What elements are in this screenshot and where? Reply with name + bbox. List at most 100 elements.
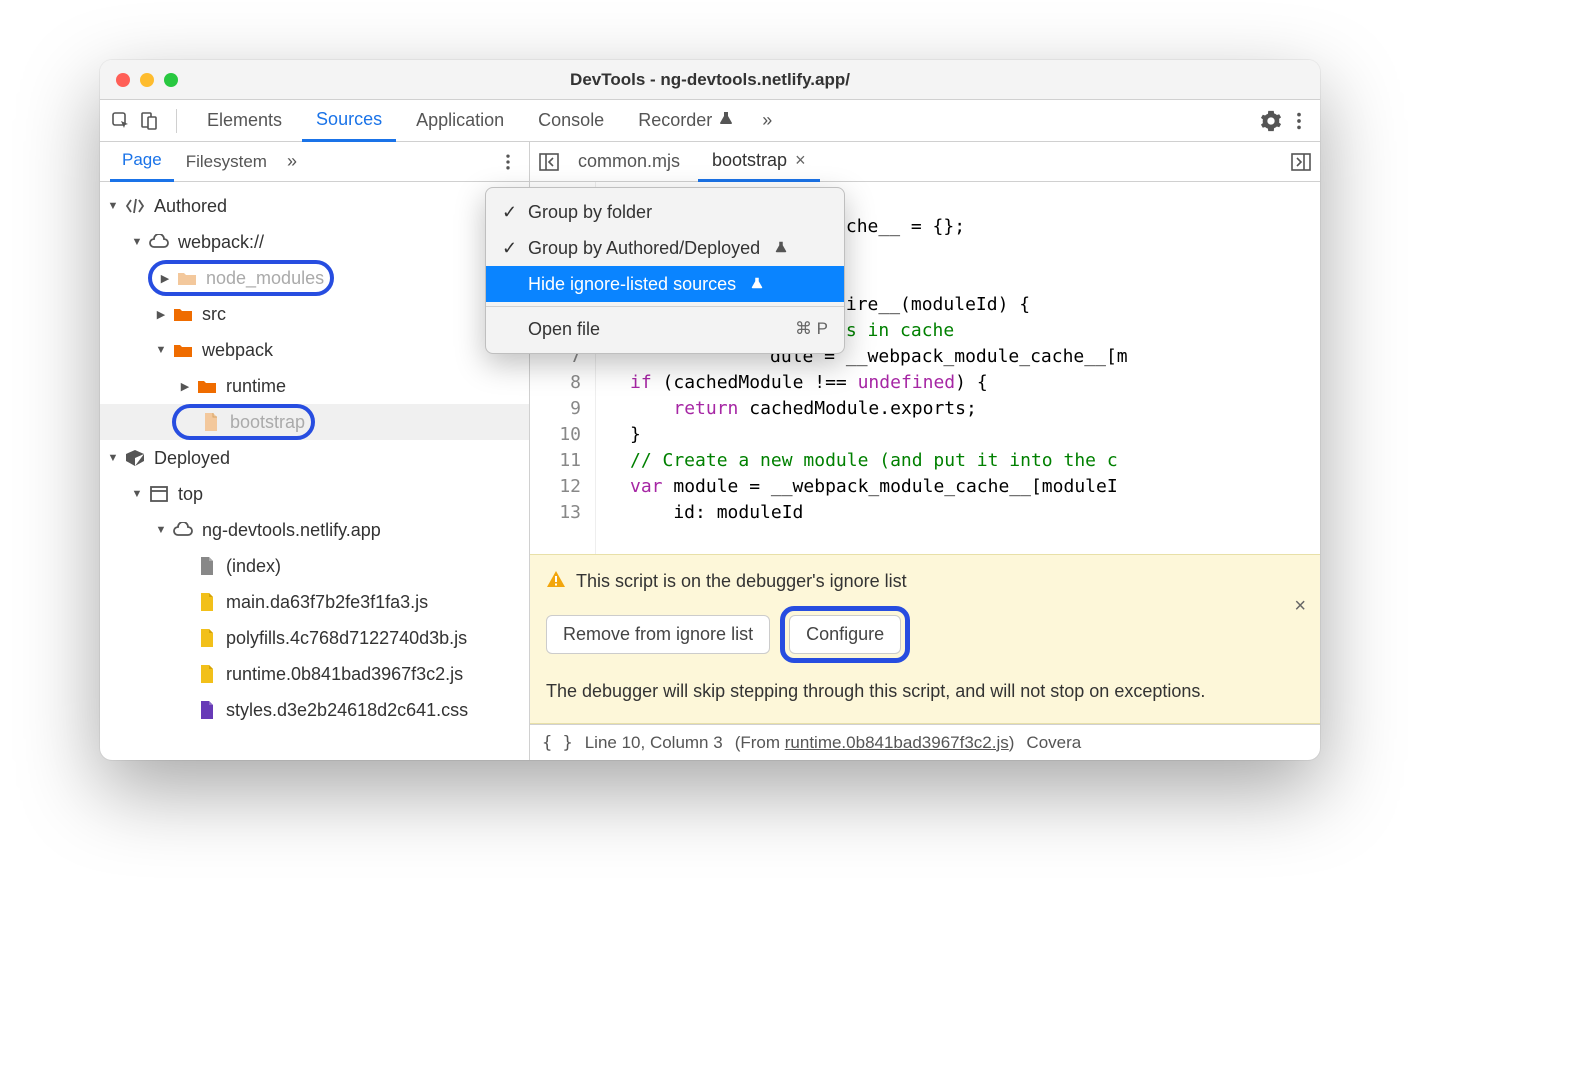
devtools-window: DevTools - ng-devtools.netlify.app/ Elem…	[100, 60, 1320, 760]
code-brackets-icon	[124, 196, 146, 216]
tree-node-webpack-folder[interactable]: ▼ webpack	[100, 332, 529, 368]
navigator-tabs: Page Filesystem »	[100, 142, 529, 182]
navigator-kebab-icon[interactable]	[497, 151, 519, 173]
folder-icon	[172, 340, 194, 360]
annotation-highlight: Configure	[780, 606, 910, 663]
banner-title: This script is on the debugger's ignore …	[576, 571, 907, 592]
tree-node-webpack-scheme[interactable]: ▼ webpack://	[100, 224, 529, 260]
tree-node-label: (index)	[226, 556, 281, 577]
menu-shortcut: ⌘ P	[795, 319, 828, 339]
menu-item-label: Group by Authored/Deployed	[528, 238, 760, 259]
tree-node-label: bootstrap	[230, 412, 305, 433]
tree-node-label: Authored	[154, 196, 227, 217]
navigator-tab-filesystem[interactable]: Filesystem	[174, 142, 279, 182]
menu-item-open-file[interactable]: Open file ⌘ P	[486, 311, 844, 347]
navigator-more-tabs-icon[interactable]: »	[279, 151, 305, 172]
tree-node-label: runtime.0b841bad3967f3c2.js	[226, 664, 463, 685]
source-map-link[interactable]: runtime.0b841bad3967f3c2.js	[785, 733, 1009, 752]
configure-button[interactable]: Configure	[789, 615, 901, 654]
tree-node-node-modules[interactable]: ▶ node_modules	[100, 260, 529, 296]
tree-file-polyfills-js[interactable]: polyfills.4c768d7122740d3b.js	[100, 620, 529, 656]
tree-file-styles-css[interactable]: styles.d3e2b24618d2c641.css	[100, 692, 529, 728]
banner-description: The debugger will skip stepping through …	[546, 677, 1304, 705]
tree-node-authored[interactable]: ▼ Authored	[100, 188, 529, 224]
remove-from-ignore-list-button[interactable]: Remove from ignore list	[546, 615, 770, 654]
frame-icon	[148, 484, 170, 504]
close-window-icon[interactable]	[116, 73, 130, 87]
main-toolbar: Elements Sources Application Console Rec…	[100, 100, 1320, 142]
deployed-box-icon	[124, 448, 146, 468]
pretty-print-icon[interactable]: { }	[542, 733, 573, 753]
close-tab-icon[interactable]: ×	[795, 150, 806, 171]
minimize-window-icon[interactable]	[140, 73, 154, 87]
tree-file-main-js[interactable]: main.da63f7b2fe3f1fa3.js	[100, 584, 529, 620]
tree-node-domain[interactable]: ▼ ng-devtools.netlify.app	[100, 512, 529, 548]
chevron-right-icon: ▶	[158, 272, 172, 285]
kebab-menu-icon[interactable]	[1288, 110, 1310, 132]
cursor-position: Line 10, Column 3	[585, 733, 723, 753]
tree-node-label: styles.d3e2b24618d2c641.css	[226, 700, 468, 721]
tree-node-label: node_modules	[206, 268, 324, 289]
tab-elements[interactable]: Elements	[193, 100, 296, 142]
chevron-down-icon: ▼	[154, 344, 168, 356]
tree-node-label: webpack	[202, 340, 273, 361]
device-toggle-icon[interactable]	[138, 110, 160, 132]
file-tab-bootstrap[interactable]: bootstrap ×	[698, 142, 820, 182]
js-file-icon	[196, 664, 218, 684]
tree-node-src[interactable]: ▶ src	[100, 296, 529, 332]
file-icon	[196, 556, 218, 576]
show-navigator-icon[interactable]	[538, 151, 560, 173]
tab-console[interactable]: Console	[524, 100, 618, 142]
more-tabs-chevron-icon[interactable]: »	[754, 110, 780, 131]
tree-node-label: polyfills.4c768d7122740d3b.js	[226, 628, 467, 649]
maximize-window-icon[interactable]	[164, 73, 178, 87]
file-tree: ▼ Authored ▼ webpack:// ▶ node_modules	[100, 182, 529, 760]
chevron-right-icon: ▶	[154, 308, 168, 321]
navigator-panel: Page Filesystem » ▼ Authored ▼ webpack:/…	[100, 142, 530, 760]
from-label: (From runtime.0b841bad3967f3c2.js)	[735, 733, 1015, 753]
tree-node-bootstrap[interactable]: bootstrap	[100, 404, 529, 440]
check-icon: ✓	[502, 238, 518, 259]
tab-sources[interactable]: Sources	[302, 100, 396, 142]
tree-node-label: Deployed	[154, 448, 230, 469]
tab-recorder[interactable]: Recorder	[624, 100, 748, 142]
tree-node-deployed[interactable]: ▼ Deployed	[100, 440, 529, 476]
tab-recorder-label: Recorder	[638, 110, 712, 131]
chevron-down-icon: ▼	[130, 488, 144, 500]
menu-item-label: Open file	[528, 319, 600, 340]
menu-separator	[486, 306, 844, 307]
menu-item-hide-ignore-listed[interactable]: Hide ignore-listed sources	[486, 266, 844, 302]
tree-file-index[interactable]: (index)	[100, 548, 529, 584]
navigator-context-menu: ✓ Group by folder ✓ Group by Authored/De…	[485, 187, 845, 354]
settings-gear-icon[interactable]	[1260, 110, 1282, 132]
menu-item-group-by-folder[interactable]: ✓ Group by folder	[486, 194, 844, 230]
file-tab-label: bootstrap	[712, 150, 787, 171]
warning-icon	[546, 569, 566, 594]
tab-application[interactable]: Application	[402, 100, 518, 142]
chevron-down-icon: ▼	[106, 452, 120, 464]
annotation-highlight: ▶ node_modules	[148, 260, 334, 296]
inspect-element-icon[interactable]	[110, 110, 132, 132]
navigator-tab-page[interactable]: Page	[110, 142, 174, 182]
menu-item-label: Hide ignore-listed sources	[528, 274, 736, 295]
tree-node-top[interactable]: ▼ top	[100, 476, 529, 512]
close-banner-icon[interactable]: ×	[1294, 595, 1306, 618]
statusbar: { } Line 10, Column 3 (From runtime.0b84…	[530, 724, 1320, 760]
tree-file-runtime-js[interactable]: runtime.0b841bad3967f3c2.js	[100, 656, 529, 692]
titlebar: DevTools - ng-devtools.netlify.app/	[100, 60, 1320, 100]
file-tab-common-mjs[interactable]: common.mjs	[564, 142, 694, 182]
cloud-icon	[172, 520, 194, 540]
flask-icon	[774, 238, 788, 259]
tree-node-label: main.da63f7b2fe3f1fa3.js	[226, 592, 428, 613]
chevron-down-icon: ▼	[154, 524, 168, 536]
chevron-right-icon: ▶	[178, 380, 192, 393]
show-debugger-icon[interactable]	[1290, 151, 1312, 173]
chevron-down-icon: ▼	[130, 236, 144, 248]
editor-file-tabs: common.mjs bootstrap ×	[530, 142, 1320, 182]
js-file-icon	[196, 628, 218, 648]
flask-icon	[750, 274, 764, 295]
ignore-list-banner: This script is on the debugger's ignore …	[530, 554, 1320, 724]
tree-node-runtime[interactable]: ▶ runtime	[100, 368, 529, 404]
css-file-icon	[196, 700, 218, 720]
menu-item-group-by-authored-deployed[interactable]: ✓ Group by Authored/Deployed	[486, 230, 844, 266]
